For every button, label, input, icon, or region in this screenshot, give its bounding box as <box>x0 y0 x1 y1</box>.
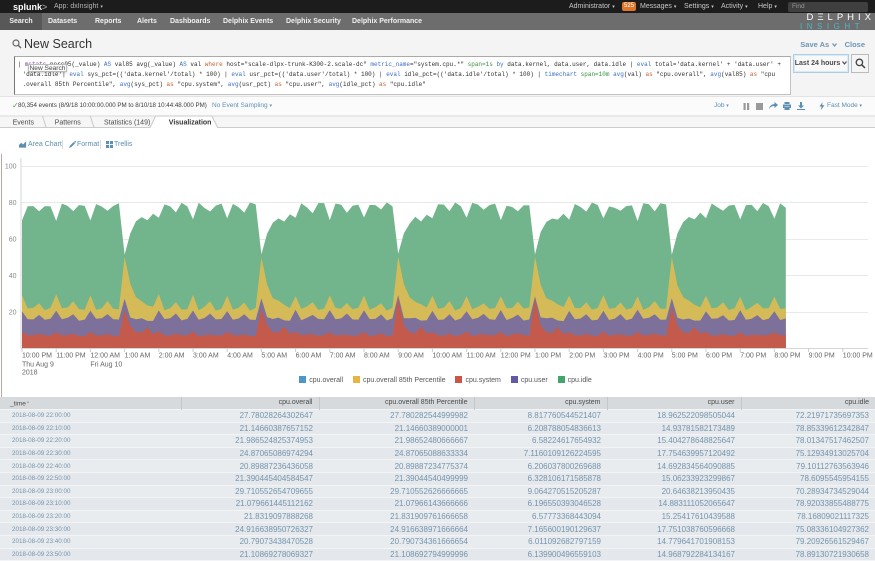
svg-text:10:00 PM: 10:00 PM <box>843 353 873 360</box>
svg-text:20: 20 <box>9 310 17 317</box>
svg-text:7:00 AM: 7:00 AM <box>330 353 356 360</box>
svg-text:7:00 PM: 7:00 PM <box>740 353 766 360</box>
svg-text:3:00 PM: 3:00 PM <box>603 353 629 360</box>
svg-text:12:00 AM: 12:00 AM <box>90 353 120 360</box>
svg-text:12:00 PM: 12:00 PM <box>501 353 531 360</box>
svg-text:10:00 AM: 10:00 AM <box>432 353 462 360</box>
svg-text:80: 80 <box>9 200 17 207</box>
svg-text:Patterns: Patterns <box>55 120 82 127</box>
svg-text:Events: Events <box>13 120 35 127</box>
svg-text:6:00 AM: 6:00 AM <box>296 353 322 360</box>
svg-text:40: 40 <box>9 273 17 280</box>
svg-text:3:00 AM: 3:00 AM <box>193 353 219 360</box>
svg-text:2:00 AM: 2:00 AM <box>159 353 185 360</box>
svg-text:Fri Aug 10: Fri Aug 10 <box>90 362 122 369</box>
svg-text:4:00 AM: 4:00 AM <box>227 353 253 360</box>
svg-text:5:00 PM: 5:00 PM <box>672 353 698 360</box>
svg-text:100: 100 <box>5 164 17 171</box>
svg-text:1:00 PM: 1:00 PM <box>535 353 561 360</box>
svg-text:60: 60 <box>9 237 17 244</box>
svg-text:8:00 AM: 8:00 AM <box>364 353 390 360</box>
svg-text:Thu Aug 9: Thu Aug 9 <box>22 362 54 369</box>
svg-text:1:00 AM: 1:00 AM <box>125 353 151 360</box>
svg-text:8:00 PM: 8:00 PM <box>774 353 800 360</box>
svg-text:9:00 AM: 9:00 AM <box>398 353 424 360</box>
svg-text:5:00 AM: 5:00 AM <box>261 353 287 360</box>
svg-text:Visualization: Visualization <box>169 120 212 127</box>
svg-text:6:00 PM: 6:00 PM <box>706 353 732 360</box>
svg-text:10:00 PM: 10:00 PM <box>22 353 52 360</box>
svg-text:11:00 AM: 11:00 AM <box>467 353 496 360</box>
svg-text:Statistics (149): Statistics (149) <box>104 120 150 127</box>
svg-text:9:00 PM: 9:00 PM <box>809 353 835 360</box>
svg-text:2:00 PM: 2:00 PM <box>569 353 595 360</box>
svg-text:4:00 PM: 4:00 PM <box>638 353 664 360</box>
svg-text:11:00 PM: 11:00 PM <box>56 353 86 360</box>
